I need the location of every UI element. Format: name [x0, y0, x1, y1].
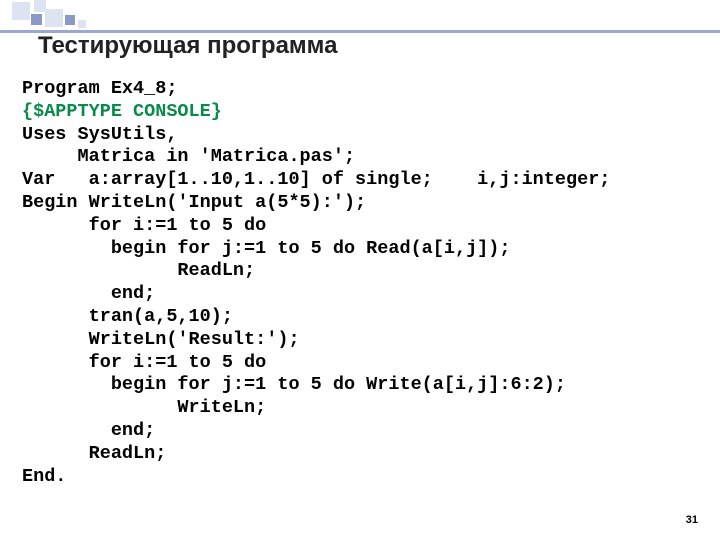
code-line: begin for j:=1 to 5 do Read(a[i,j]);: [22, 238, 510, 259]
code-line: Uses SysUtils,: [22, 124, 177, 145]
code-line: Program Ex4_8;: [22, 78, 177, 99]
code-line: Var a:array[1..10,1..10] of single; i,j:…: [22, 169, 610, 190]
code-line: Begin WriteLn('Input a(5*5):');: [22, 192, 366, 213]
code-line: for i:=1 to 5 do: [22, 215, 266, 236]
code-block: Program Ex4_8; {$APPTYPE CONSOLE} Uses S…: [22, 78, 610, 488]
code-line: WriteLn;: [22, 397, 266, 418]
code-line: Matrica in 'Matrica.pas';: [22, 146, 355, 167]
code-line: end;: [22, 283, 155, 304]
code-line: End.: [22, 466, 66, 487]
code-line: ReadLn;: [22, 260, 255, 281]
code-line: tran(a,5,10);: [22, 306, 233, 327]
code-line: WriteLn('Result:');: [22, 329, 300, 350]
code-line: for i:=1 to 5 do: [22, 352, 266, 373]
page-number: 31: [686, 514, 698, 526]
code-line-directive: {$APPTYPE CONSOLE}: [22, 101, 222, 122]
code-line: end;: [22, 420, 155, 441]
code-line: ReadLn;: [22, 443, 166, 464]
slide-title: Тестирующая программа: [38, 32, 337, 60]
code-line: begin for j:=1 to 5 do Write(a[i,j]:6:2)…: [22, 374, 566, 395]
